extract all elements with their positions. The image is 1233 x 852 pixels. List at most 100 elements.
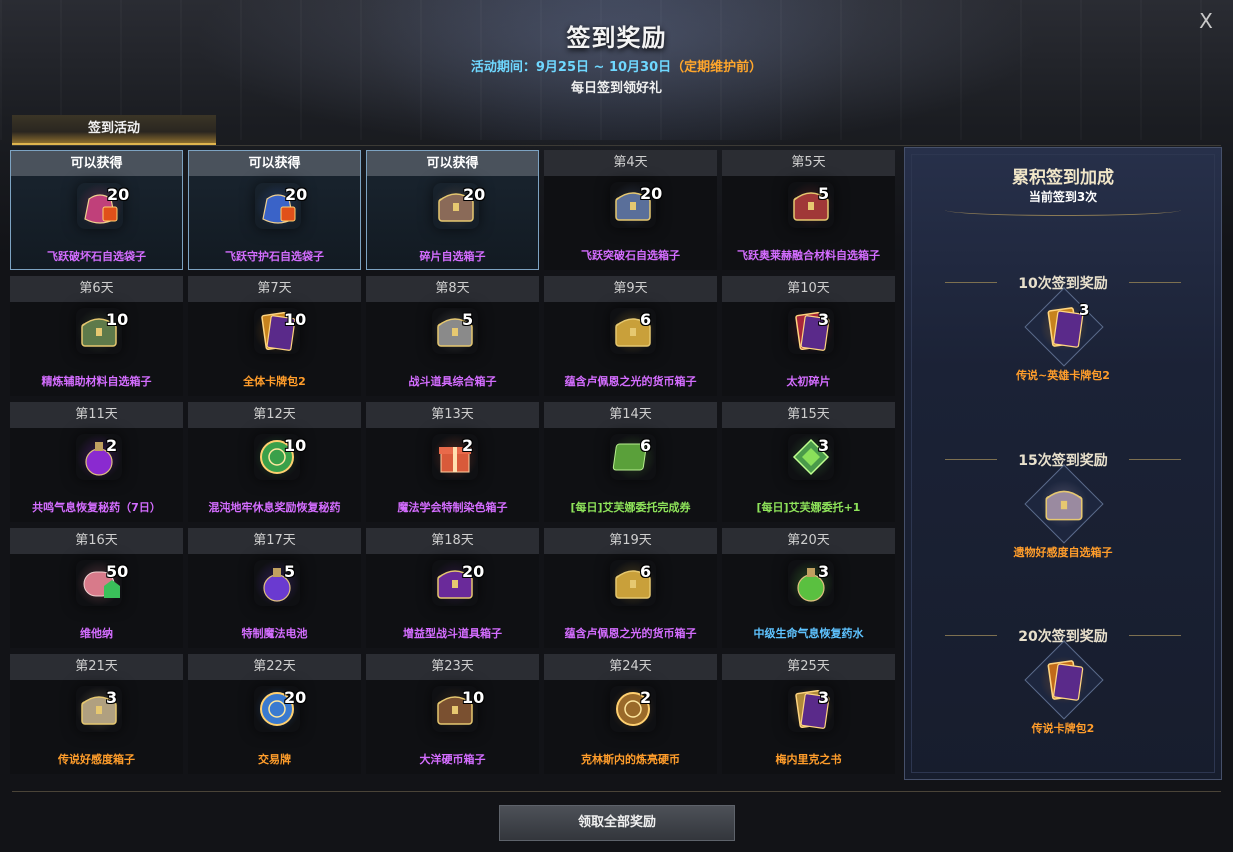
cumulative-bonus-panel: 累积签到加成 当前签到3次 10次签到奖励 3 传说~英雄卡牌包2 15次签到奖…: [904, 147, 1222, 780]
reward-name: 蕴含卢佩恩之光的货币箱子: [564, 375, 697, 388]
reward-quantity: 20: [463, 185, 486, 204]
reward-quantity: 20: [285, 185, 308, 204]
tab-divider: [12, 145, 1221, 146]
reward-cell[interactable]: 第21天 3 传说好感度箱子: [10, 654, 183, 774]
reward-quantity: 5: [462, 310, 474, 329]
reward-cell[interactable]: 第18天 20 增益型战斗道具箱子: [366, 528, 539, 648]
reward-quantity: 3: [818, 562, 830, 581]
milestone-reward[interactable]: 15次签到奖励 遗物好感度自选箱子: [905, 450, 1221, 580]
book-icon: [1040, 656, 1088, 704]
reward-cell[interactable]: 第8天 5 战斗道具综合箱子: [366, 276, 539, 396]
reward-name: 增益型战斗道具箱子: [403, 627, 502, 640]
close-icon[interactable]: X: [1195, 10, 1217, 32]
reward-cell[interactable]: 第13天 2 魔法学会特制染色箱子: [366, 402, 539, 522]
reward-quantity: 6: [640, 310, 652, 329]
reward-quantity: 6: [640, 436, 652, 455]
reward-cell[interactable]: 第14天 6 [每日]艾芙娜委托完成券: [544, 402, 717, 522]
reward-day-label: 第11天: [10, 402, 183, 428]
current-checkin-count: 当前签到3次: [1028, 190, 1098, 204]
reward-day-label: 第4天: [544, 150, 717, 176]
reward-quantity: 2: [462, 436, 474, 455]
reward-cell[interactable]: 第17天 5 特制魔法电池: [188, 528, 361, 648]
reward-quantity: 5: [284, 562, 296, 581]
reward-quantity: 3: [106, 688, 118, 707]
reward-cell[interactable]: 第24天 2 克林斯内的炼亮硬币: [544, 654, 717, 774]
milestone-reward[interactable]: 20次签到奖励 传说卡牌包2: [905, 626, 1221, 756]
reward-cell[interactable]: 第10天 3 太初碎片: [722, 276, 895, 396]
reward-day-label: 第5天: [722, 150, 895, 176]
bottom-divider: [12, 791, 1221, 792]
reward-cell[interactable]: 第6天 10 精炼辅助材料自选箱子: [10, 276, 183, 396]
panel-title: 累积签到加成: [1012, 168, 1114, 188]
reward-cell[interactable]: 第11天 2 共鸣气息恢复秘药（7日）: [10, 402, 183, 522]
reward-cell[interactable]: 第20天 3 中级生命气息恢复药水: [722, 528, 895, 648]
reward-name: 战斗道具综合箱子: [408, 375, 497, 388]
milestone-reward-name: 传说~英雄卡牌包2: [1016, 369, 1110, 382]
reward-cell[interactable]: 第16天 50 维他纳: [10, 528, 183, 648]
heart-chest-icon: [1040, 480, 1088, 528]
reward-grid: 可以获得 20 飞跃破坏石自选袋子 可以获得 20 飞跃守护石自选袋子 可以获得…: [10, 150, 896, 774]
reward-name: 飞跃突破石自选箱子: [581, 249, 680, 262]
reward-name: 传说好感度箱子: [58, 753, 135, 766]
reward-day-label: 第9天: [544, 276, 717, 302]
reward-name: 交易牌: [258, 753, 291, 766]
reward-quantity: 20: [640, 184, 663, 203]
reward-name: 碎片自选箱子: [419, 250, 486, 263]
reward-name: 共鸣气息恢复秘药（7日）: [32, 501, 161, 514]
reward-name: [每日]艾芙娜委托+1: [756, 501, 861, 514]
reward-cell[interactable]: 第7天 10 全体卡牌包2: [188, 276, 361, 396]
reward-name: 中级生命气息恢复药水: [753, 627, 864, 640]
reward-day-label: 第25天: [722, 654, 895, 680]
reward-quantity: 3: [818, 310, 830, 329]
reward-day-label: 第16天: [10, 528, 183, 554]
reward-cell[interactable]: 可以获得 20 飞跃破坏石自选袋子: [10, 150, 183, 270]
reward-day-label: 第24天: [544, 654, 717, 680]
page-title: 签到奖励: [566, 24, 667, 52]
reward-day-label: 第7天: [188, 276, 361, 302]
reward-name: 精炼辅助材料自选箱子: [41, 375, 152, 388]
reward-day-label: 第20天: [722, 528, 895, 554]
milestone-quantity: 3: [1079, 301, 1090, 319]
reward-cell[interactable]: 第9天 6 蕴含卢佩恩之光的货币箱子: [544, 276, 717, 396]
reward-cell[interactable]: 第25天 3 梅内里克之书: [722, 654, 895, 774]
reward-name: 克林斯内的炼亮硬币: [581, 753, 680, 766]
claim-all-button[interactable]: 领取全部奖励: [499, 805, 735, 841]
reward-quantity: 2: [640, 688, 652, 707]
reward-name: 全体卡牌包2: [243, 375, 306, 388]
reward-cell[interactable]: 第22天 20 交易牌: [188, 654, 361, 774]
reward-name: 维他纳: [80, 627, 113, 640]
reward-quantity: 50: [106, 562, 129, 581]
reward-cell[interactable]: 第23天 10 大洋硬币箱子: [366, 654, 539, 774]
reward-quantity: 10: [106, 310, 129, 329]
reward-cell[interactable]: 第5天 5 飞跃奥莱赫融合材料自选箱子: [722, 150, 895, 270]
reward-day-label: 第21天: [10, 654, 183, 680]
reward-cell[interactable]: 第4天 20 飞跃突破石自选箱子: [544, 150, 717, 270]
reward-quantity: 20: [284, 688, 307, 707]
event-period: 活动期间：9月25日 ~ 10月30日（定期维护前）: [0, 56, 1233, 75]
reward-day-label: 第18天: [366, 528, 539, 554]
reward-name: 魔法学会特制染色箱子: [397, 501, 508, 514]
reward-quantity: 10: [462, 688, 485, 707]
page-subtitle: 每日签到领好礼: [570, 81, 662, 96]
reward-cell[interactable]: 可以获得 20 飞跃守护石自选袋子: [188, 150, 361, 270]
reward-quantity: 6: [640, 562, 652, 581]
reward-cell[interactable]: 第12天 10 混沌地牢休息奖励恢复秘药: [188, 402, 361, 522]
reward-day-label: 第13天: [366, 402, 539, 428]
reward-name: 飞跃守护石自选袋子: [225, 250, 324, 263]
milestone-reward-name: 传说卡牌包2: [1031, 722, 1095, 735]
reward-day-label: 可以获得: [11, 151, 182, 176]
reward-day-label: 可以获得: [367, 151, 538, 176]
reward-cell[interactable]: 可以获得 20 碎片自选箱子: [366, 150, 539, 270]
reward-day-label: 第14天: [544, 402, 717, 428]
milestone-reward[interactable]: 10次签到奖励 3 传说~英雄卡牌包2: [905, 273, 1221, 403]
tab-checkin-event[interactable]: 签到活动: [12, 115, 216, 145]
milestone-reward-name: 遗物好感度自选箱子: [1013, 546, 1113, 559]
reward-day-label: 第8天: [366, 276, 539, 302]
reward-quantity: 10: [284, 310, 307, 329]
reward-name: 飞跃奥莱赫融合材料自选箱子: [737, 249, 880, 262]
reward-cell[interactable]: 第19天 6 蕴含卢佩恩之光的货币箱子: [544, 528, 717, 648]
reward-quantity: 2: [106, 436, 118, 455]
reward-cell[interactable]: 第15天 3 [每日]艾芙娜委托+1: [722, 402, 895, 522]
reward-name: 太初碎片: [786, 375, 831, 388]
reward-day-label: 第23天: [366, 654, 539, 680]
